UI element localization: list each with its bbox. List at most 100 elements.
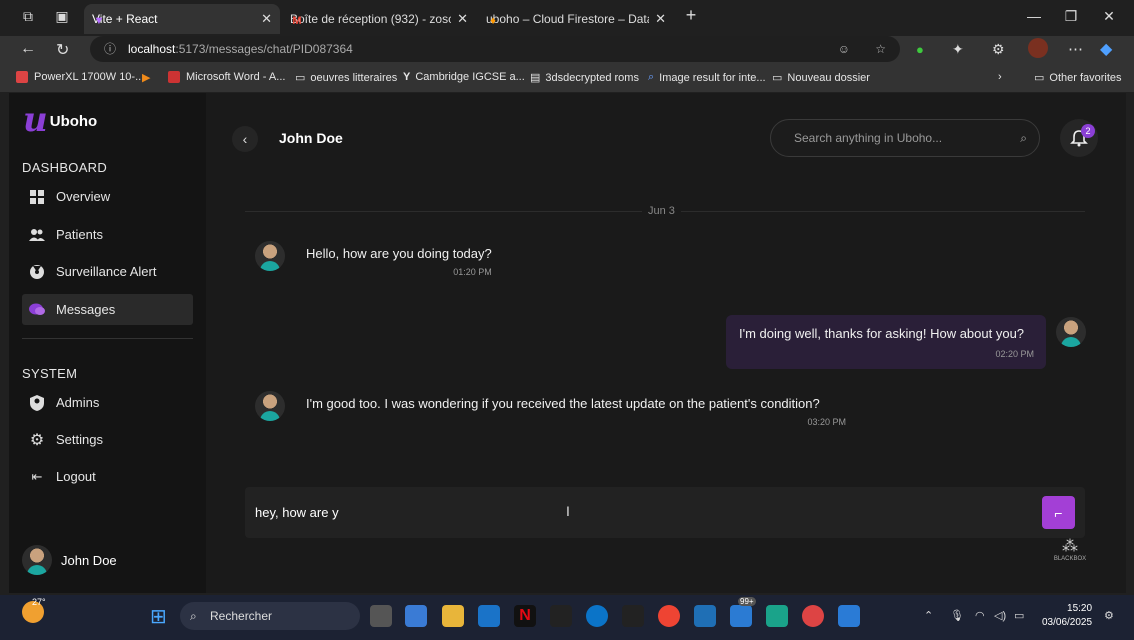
volume-icon[interactable]: ◁) [994, 609, 1006, 622]
message-time: 01:20 PM [453, 267, 492, 277]
archive-icon: ▤ [530, 72, 541, 84]
app5-icon[interactable] [802, 605, 824, 627]
bookmarks-overflow-icon[interactable]: › [998, 71, 1002, 83]
folder-icon: ▭ [772, 72, 783, 84]
extension-green-icon[interactable]: ● [916, 42, 924, 57]
taskbar: 27° ⊞ ⌕ Rechercher N 99+ ⌃ 🎙 ◠ ◁) ▭ 15:2… [0, 595, 1134, 640]
tab-vite[interactable]: ▼ Vite + React ✕ [84, 4, 280, 34]
message-text: Hello, how are you doing today? [306, 246, 492, 261]
grid-icon [29, 189, 45, 205]
logo[interactable]: u Uboho [23, 103, 97, 137]
tab-firebase[interactable]: ♦ uboho – Cloud Firestore – Data – ✕ [478, 4, 674, 34]
back-button[interactable]: ‹ [232, 126, 258, 152]
bookmark-item[interactable]: ▭ oeuvres litteraires [295, 71, 397, 85]
store-icon[interactable] [405, 605, 427, 627]
address-bar[interactable]: ⓘ localhost:5173/messages/chat/PID087364… [90, 36, 900, 62]
microphone-icon[interactable]: 🎙 [950, 609, 964, 622]
windows-start-icon[interactable]: ⊞ [150, 604, 167, 629]
section-system: SYSTEM [22, 366, 78, 381]
reader-icon[interactable]: ☺ [838, 36, 850, 62]
bookmark-item[interactable]: Microsoft Word - A... [168, 71, 285, 83]
sidebar-item-patients[interactable]: Patients [22, 219, 193, 250]
user-name: John Doe [61, 552, 117, 568]
bookmark-item[interactable]: ⌕ Image result for inte... [648, 71, 766, 84]
reload-icon[interactable]: ↻ [56, 40, 69, 60]
sidebar-item-settings[interactable]: ⚙ Settings [22, 424, 193, 455]
notifications-button[interactable]: 2 [1060, 119, 1098, 157]
tray-overflow-icon[interactable]: ⌃ [924, 609, 933, 622]
close-tab-icon[interactable]: ✕ [457, 11, 468, 27]
app3-icon[interactable] [694, 605, 716, 627]
app4-icon[interactable] [766, 605, 788, 627]
restore-icon[interactable]: ❐ [1061, 8, 1081, 25]
message-time: 03:20 PM [807, 417, 846, 427]
close-tab-icon[interactable]: ✕ [655, 11, 666, 27]
bookmark-item[interactable]: PowerXL 1700W 10-... [16, 71, 144, 83]
bookmark-item[interactable]: ▤ 3dsdecrypted roms [530, 71, 639, 85]
firebase-icon: ♦ [490, 15, 496, 27]
sidebar: u Uboho DASHBOARD Overview Patients Surv… [9, 93, 206, 593]
back-icon[interactable]: ← [20, 40, 36, 58]
sidebar-item-surveillance-alert[interactable]: Surveillance Alert [22, 256, 193, 287]
bookmark-item[interactable]: Y Cambridge IGCSE a... [403, 71, 525, 83]
chat-panel: ‹ John Doe Search anything in Uboho... ⌕… [206, 93, 1126, 593]
figma-icon[interactable] [622, 605, 644, 627]
sidebar-item-logout[interactable]: ⇤ Logout [22, 461, 193, 492]
radiation-icon [29, 264, 45, 280]
chevron-left-icon: ‹ [242, 131, 248, 147]
netflix-icon[interactable]: N [514, 605, 536, 627]
search-icon: ⌕ [190, 609, 197, 623]
edge-icon[interactable] [586, 605, 608, 627]
admin-icon [29, 394, 45, 411]
send-icon: ⌐ [1054, 504, 1063, 521]
notifications-icon[interactable]: ⚙ [1104, 609, 1114, 622]
favorite-star-icon[interactable]: ☆ [875, 36, 886, 62]
more-icon[interactable]: ⋯ [1068, 40, 1083, 58]
message-input[interactable] [255, 487, 1015, 538]
task-view-icon[interactable] [370, 605, 392, 627]
search-input[interactable]: Search anything in Uboho... ⌕ [770, 119, 1040, 157]
site-info-icon[interactable]: ⓘ [104, 36, 116, 62]
text-cursor-icon: I [566, 503, 570, 519]
send-button[interactable]: ⌐ [1042, 496, 1075, 529]
minimize-icon[interactable]: — [1024, 8, 1044, 24]
workspaces-icon[interactable]: ⧉ [18, 8, 38, 25]
battery-icon[interactable]: ▭ [1014, 609, 1024, 622]
clock[interactable]: 15:20 03/06/2025 [1042, 602, 1092, 630]
logout-icon: ⇤ [31, 468, 43, 484]
avatar [22, 545, 52, 575]
message-incoming: Hello, how are you doing today? 01:20 PM [255, 239, 492, 277]
profile-sync-icon[interactable]: ⚙ [992, 41, 1005, 58]
profile-avatar[interactable] [1028, 38, 1048, 58]
bookmark-item[interactable]: ▶ [142, 71, 150, 84]
blackbox-widget[interactable]: ⁂ BLACKBOX [1052, 536, 1088, 570]
close-tab-icon[interactable]: ✕ [261, 11, 272, 27]
message-time: 02:20 PM [995, 349, 1034, 359]
new-tab-icon[interactable]: + [681, 5, 701, 26]
vscode-icon[interactable] [838, 605, 860, 627]
app-icon[interactable] [550, 605, 572, 627]
wifi-icon[interactable]: ◠ [975, 609, 985, 622]
taskbar-search[interactable]: ⌕ Rechercher [180, 602, 360, 630]
pdf-icon [168, 71, 180, 83]
other-favorites[interactable]: ▭ Other favorites [1034, 71, 1122, 85]
extensions-icon[interactable]: ✦ [952, 41, 964, 58]
bookmark-favicon-icon [16, 71, 28, 83]
file-explorer-icon[interactable] [442, 605, 464, 627]
teams-icon[interactable]: 99+ [730, 597, 756, 627]
sidebar-item-overview[interactable]: Overview [22, 181, 193, 212]
weather-icon[interactable]: 27° [22, 597, 46, 623]
sidebar-item-messages[interactable]: Messages [22, 294, 193, 325]
notification-badge: 2 [1081, 124, 1095, 138]
bookmark-item[interactable]: ▭ Nouveau dossier [772, 71, 870, 85]
current-user[interactable]: John Doe [22, 545, 117, 575]
app2-icon[interactable] [658, 605, 680, 627]
message-composer: ⌐ [245, 487, 1085, 538]
tab-actions-icon[interactable]: ▣ [52, 8, 72, 25]
close-window-icon[interactable]: ✕ [1099, 8, 1119, 25]
outlook-icon[interactable] [478, 605, 500, 627]
tab-gmail[interactable]: M Boîte de réception (932) - zosceaf ✕ [282, 4, 476, 34]
sidebar-item-admins[interactable]: Admins [22, 387, 193, 418]
copilot-icon[interactable]: ◆ [1100, 39, 1112, 59]
search-icon[interactable]: ⌕ [1020, 120, 1027, 156]
